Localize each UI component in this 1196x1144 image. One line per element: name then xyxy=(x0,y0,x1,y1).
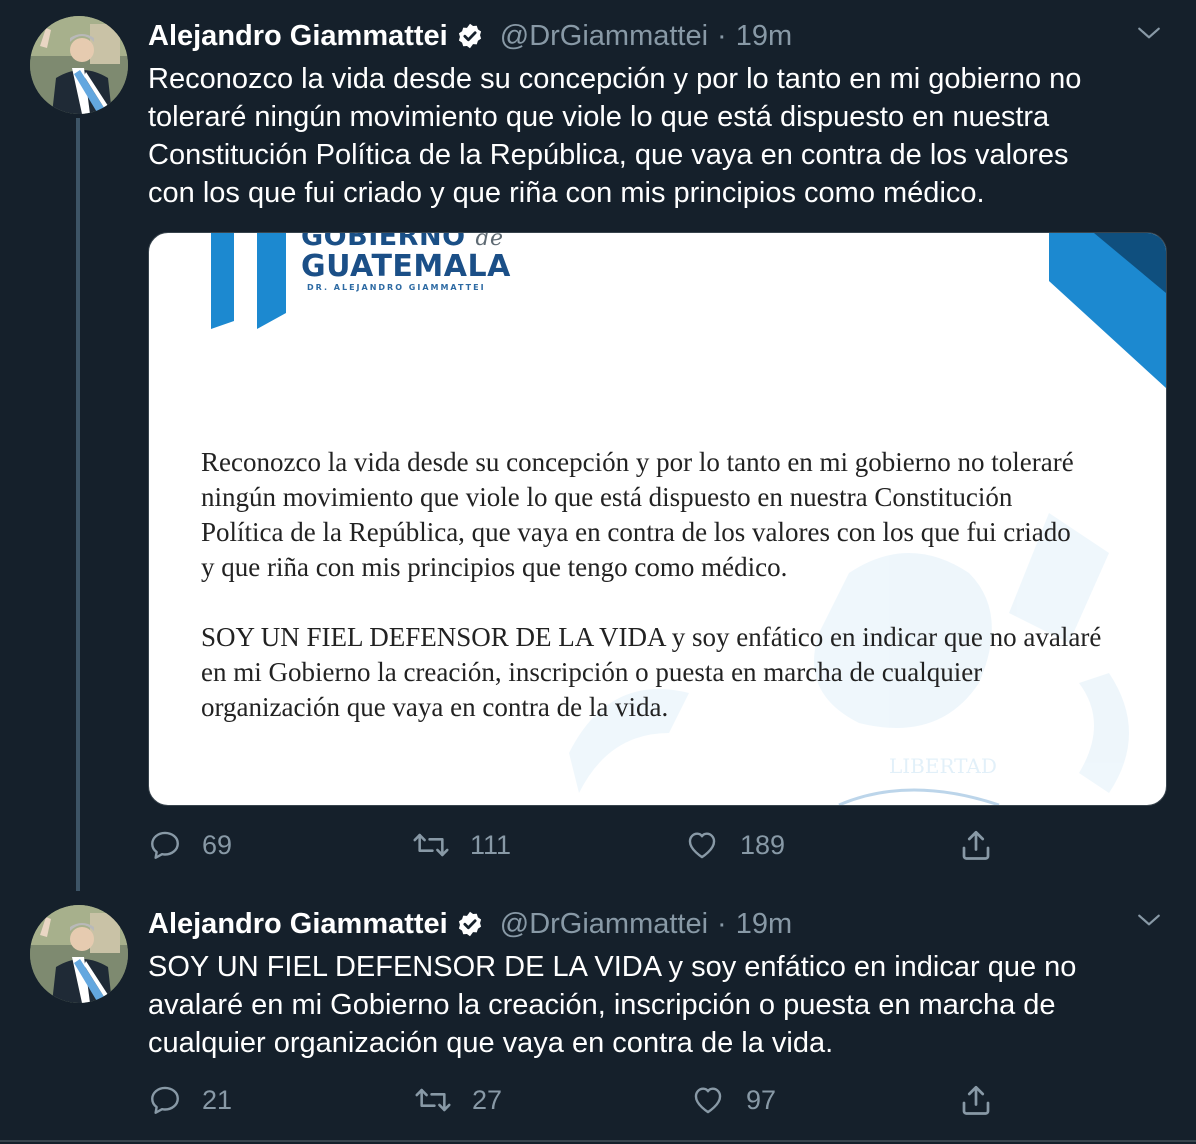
retweet-count: 27 xyxy=(472,1084,503,1115)
share-icon xyxy=(962,1085,990,1115)
letter-body: Reconozco la vida desde su concepción y … xyxy=(201,445,1114,725)
tweet[interactable]: Alejandro Giammattei @DrGiammattei · 19m… xyxy=(0,0,1196,895)
tweet-actions: 21 27 97 xyxy=(148,1080,1048,1120)
tweet-text-line: con los que fui criado y que riña con mi… xyxy=(148,177,985,209)
heart-icon xyxy=(688,832,716,859)
verified-badge-icon xyxy=(456,910,484,938)
heart-icon xyxy=(694,1087,722,1114)
author-avatar[interactable] xyxy=(30,905,128,1003)
author-handle[interactable]: @DrGiammattei xyxy=(500,20,708,53)
letterhead-line3: DR. ALEJANDRO GIAMMATTEI xyxy=(307,283,486,292)
share-button[interactable] xyxy=(958,1080,994,1120)
tweet-text: Reconozco la vida desde su concepción y … xyxy=(148,60,1158,212)
reply-button[interactable]: 21 xyxy=(148,1080,232,1120)
more-options-chevron-icon[interactable] xyxy=(1136,20,1162,46)
tweet-timestamp[interactable]: 19m xyxy=(736,20,792,53)
share-icon xyxy=(962,830,990,860)
timeline-feed: Alejandro Giammattei @DrGiammattei · 19m… xyxy=(0,0,1196,1144)
letter-paragraph: SOY UN FIEL DEFENSOR DE LA VIDA y soy en… xyxy=(201,620,1114,725)
author-avatar[interactable] xyxy=(30,16,128,114)
tweet-text-line: Reconozco la vida desde su concepción y … xyxy=(148,63,1082,95)
tweet-text: SOY UN FIEL DEFENSOR DE LA VIDA y soy en… xyxy=(148,948,1158,1062)
letter-line: Reconozco la vida desde su concepción y … xyxy=(201,447,1074,477)
letter-paragraph: Reconozco la vida desde su concepción y … xyxy=(201,445,1114,585)
tweet-text-line: cualquier organización que vaya en contr… xyxy=(148,1027,834,1059)
tweet-header: Alejandro Giammattei @DrGiammattei · 19m xyxy=(148,16,792,56)
more-options-chevron-icon[interactable] xyxy=(1136,907,1162,933)
tweet-actions: 69 111 189 xyxy=(148,825,1048,865)
watermark-text: LIBERTAD xyxy=(889,754,997,778)
retweet-count: 111 xyxy=(470,829,512,860)
separator-dot: · xyxy=(717,907,727,940)
verified-badge-icon xyxy=(456,22,484,50)
avatar-photo-icon xyxy=(30,905,128,1003)
avatar-photo-icon xyxy=(30,16,128,114)
letter-line: ningún movimiento que viole lo que está … xyxy=(201,482,1013,512)
tweet-text-line: Constitución Política de la República, q… xyxy=(148,139,1069,171)
like-count: 189 xyxy=(740,829,786,860)
reply-icon xyxy=(151,1086,179,1114)
author-handle[interactable]: @DrGiammattei xyxy=(500,908,708,941)
share-button[interactable] xyxy=(958,825,994,865)
tweet-timestamp[interactable]: 19m xyxy=(736,908,792,941)
reply-button[interactable]: 69 xyxy=(148,825,232,865)
letterhead-line2: GUATEMALA xyxy=(301,249,511,284)
reply-count: 21 xyxy=(202,1084,233,1115)
retweet-icon xyxy=(413,833,449,857)
author-name[interactable]: Alejandro Giammattei xyxy=(148,908,448,941)
reply-icon xyxy=(151,831,179,859)
tweet-image[interactable]: LIBERTAD GOBIERNO de GUATEMALA DR. ALEJA… xyxy=(148,232,1167,806)
letter-line: y que riña con mis principios que tengo … xyxy=(201,552,788,582)
letter-line: organización que vaya en contra de la vi… xyxy=(201,692,669,722)
reply-count: 69 xyxy=(202,829,233,860)
letter-line: Política de la República, que vaya en co… xyxy=(201,517,1071,547)
retweet-icon xyxy=(415,1088,451,1112)
tweet[interactable]: Alejandro Giammattei @DrGiammattei · 19m… xyxy=(0,895,1196,1142)
tweet-text-line: avalaré en mi Gobierno la creación, insc… xyxy=(148,989,1056,1021)
retweet-button[interactable]: 27 xyxy=(414,1080,502,1120)
like-button[interactable]: 189 xyxy=(684,825,785,865)
thread-connector xyxy=(76,118,80,891)
like-button[interactable]: 97 xyxy=(690,1080,776,1120)
author-name[interactable]: Alejandro Giammattei xyxy=(148,20,448,53)
letter-line: en mi Gobierno la creación, inscripción … xyxy=(201,657,983,687)
tweet-text-line: toleraré ningún movimiento que viole lo … xyxy=(148,101,1050,133)
tweet-header: Alejandro Giammattei @DrGiammattei · 19m xyxy=(148,904,792,944)
tweet-text-line: SOY UN FIEL DEFENSOR DE LA VIDA y soy en… xyxy=(148,951,1077,983)
like-count: 97 xyxy=(746,1084,777,1115)
separator-dot: · xyxy=(717,19,727,52)
letter-line: SOY UN FIEL DEFENSOR DE LA VIDA y soy en… xyxy=(201,622,1102,652)
retweet-button[interactable]: 111 xyxy=(412,825,511,865)
